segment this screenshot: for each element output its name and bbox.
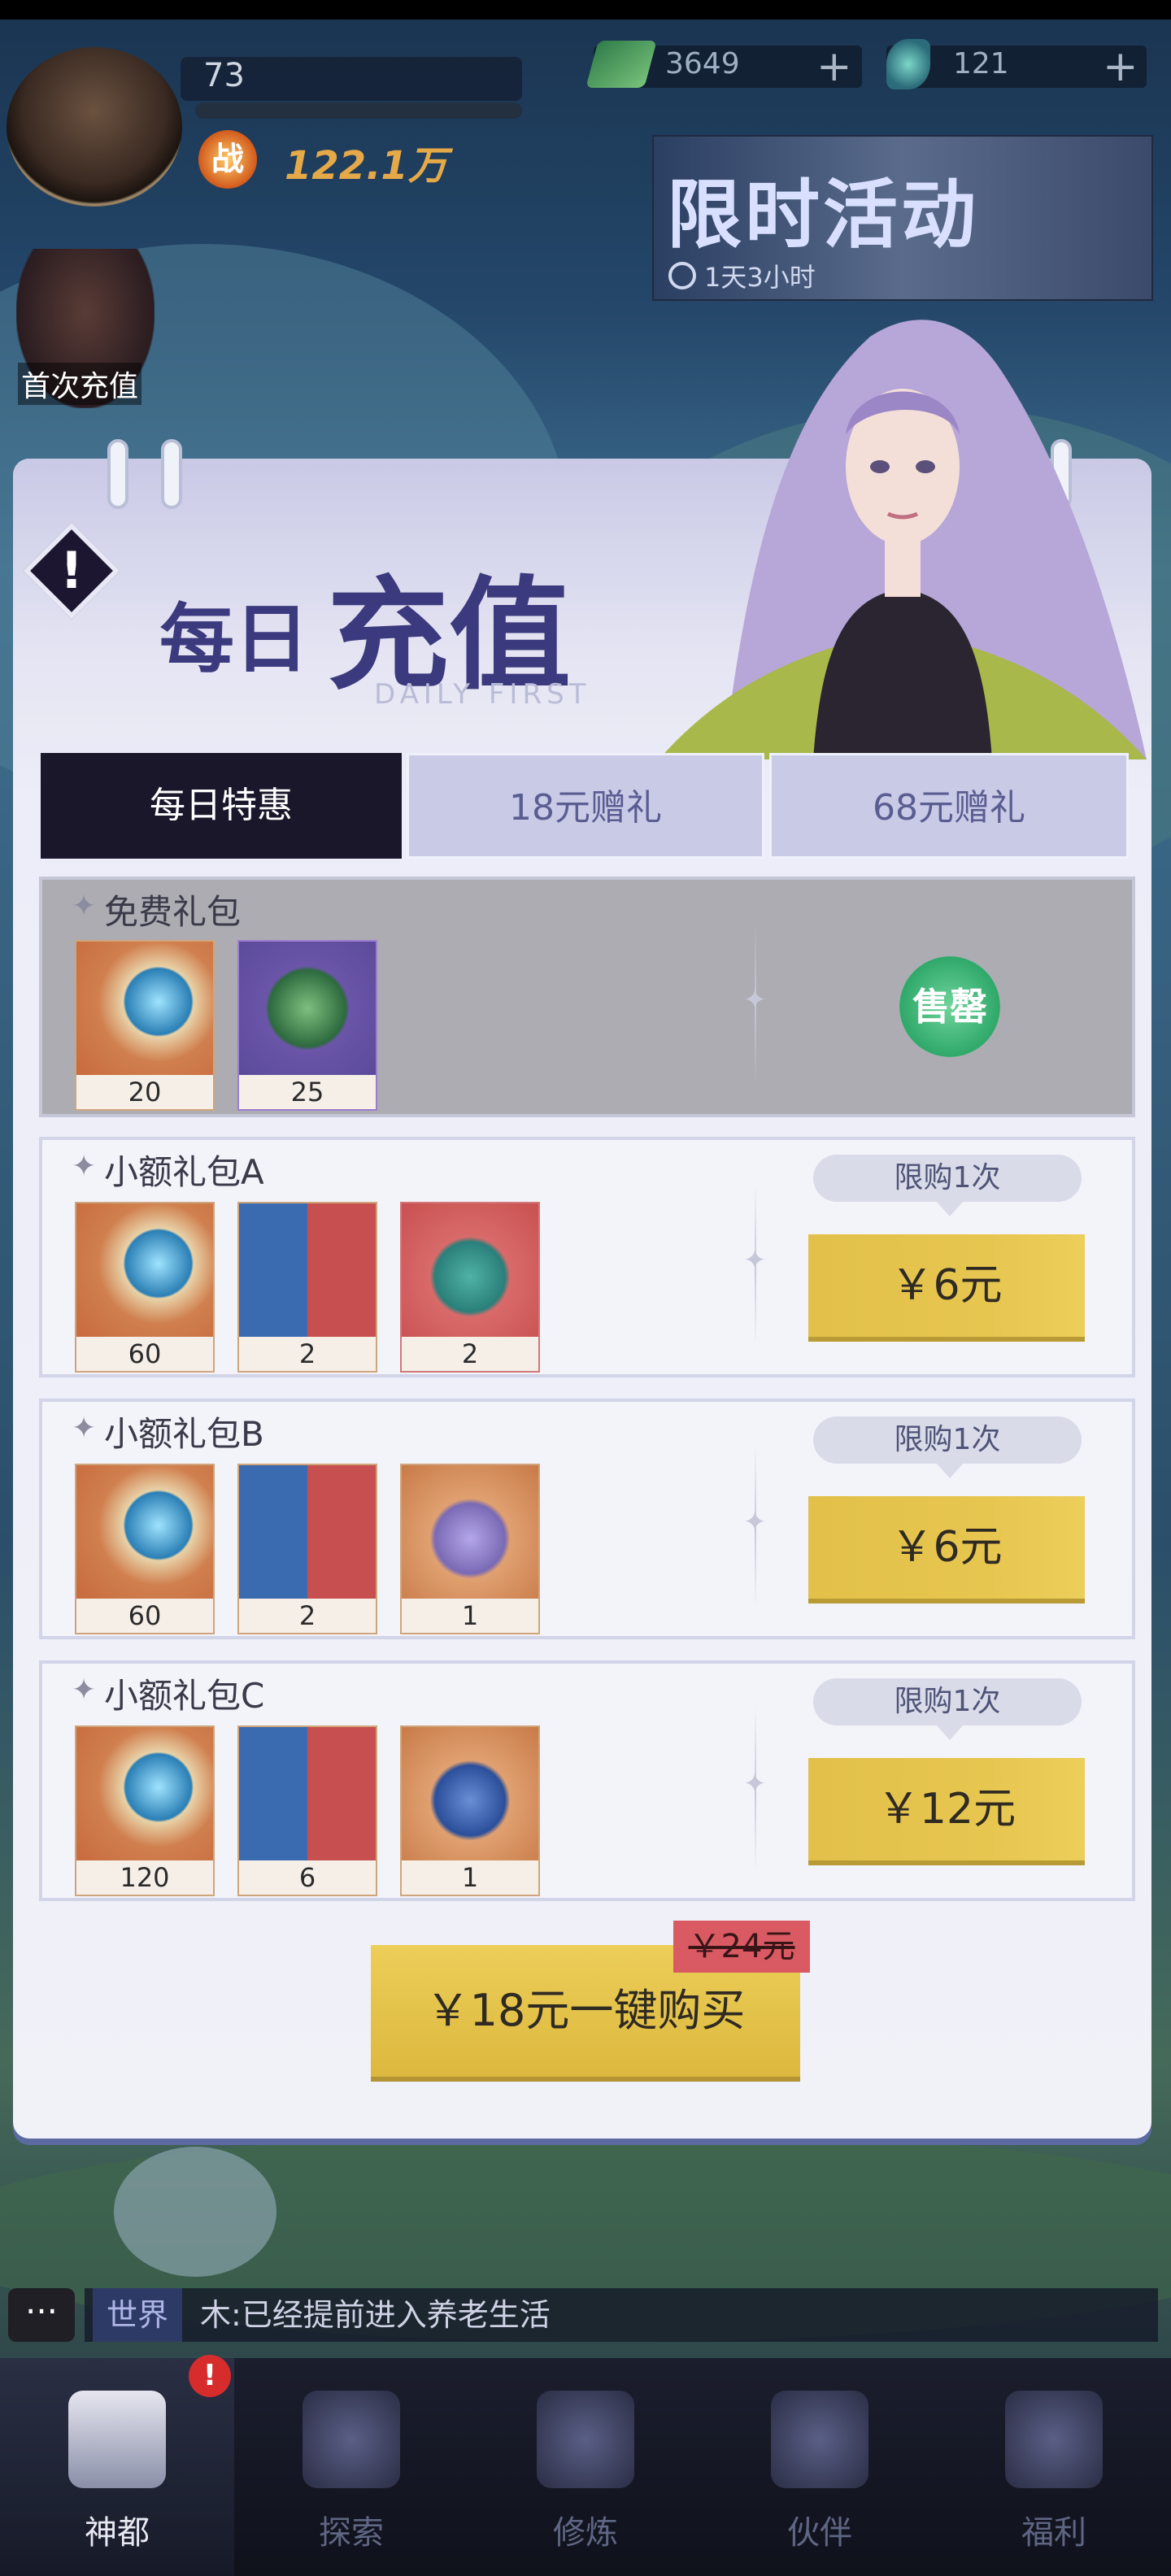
gift-icon [1005, 2391, 1103, 2488]
tab-68-gift[interactable]: 68元赠礼 [769, 753, 1129, 859]
buy-button-c[interactable]: ￥12元 [808, 1758, 1085, 1860]
player-level: 73 [203, 57, 245, 94]
currency2-value: 121 [953, 47, 1009, 80]
pack-title: 小额礼包A [104, 1152, 264, 1192]
crescent-gem-icon [76, 1727, 213, 1860]
original-price-tag: ￥24元 [673, 1921, 810, 1973]
green-orb-icon [239, 942, 376, 1075]
explore-icon [303, 2391, 400, 2488]
binder-ring [161, 439, 182, 509]
buy-button-a[interactable]: ￥6元 [808, 1234, 1085, 1337]
nav-label: 探索 [319, 2514, 384, 2552]
chat-icon[interactable]: ··· [8, 2288, 75, 2342]
item-count: 60 [76, 1337, 213, 1371]
popup-title-small: 每日 [159, 596, 310, 683]
sparkle-icon: ✦ [743, 1768, 767, 1800]
tab-18-gift[interactable]: 18元赠礼 [407, 753, 764, 859]
card-icon [239, 1727, 376, 1860]
clock-icon [668, 262, 696, 289]
item-count: 25 [239, 1075, 376, 1109]
sparkle-icon: ✦ [743, 1506, 767, 1538]
sword-icon [537, 2391, 634, 2488]
item-count: 2 [239, 1337, 376, 1371]
nav-item-partner[interactable]: 伙伴 [703, 2358, 937, 2576]
item-count: 6 [239, 1860, 376, 1895]
nav-item-explore[interactable]: 探索 [234, 2358, 468, 2576]
binder-ring [107, 439, 128, 509]
limit-tail [937, 1202, 963, 1216]
city-icon [68, 2391, 166, 2488]
combat-power: 122.1万 [285, 143, 447, 189]
reward-item[interactable]: 2 [237, 1464, 377, 1634]
popup-subtitle: DAILY FIRST [374, 678, 591, 711]
chat-channel: 世界 [93, 2288, 182, 2342]
limit-tail [937, 1725, 963, 1740]
notification-badge: ! [189, 2355, 231, 2397]
blue-bag-icon [402, 1727, 538, 1860]
feather-icon [886, 39, 930, 89]
reward-item[interactable]: 2 [237, 1202, 377, 1373]
purple-bag-icon [402, 1465, 538, 1599]
purchase-limit: 限购1次 [813, 1678, 1082, 1725]
teal-bag-icon [402, 1203, 538, 1337]
pack-title: 小额礼包B [104, 1414, 264, 1454]
sparkle-icon: ✦ [743, 984, 767, 1016]
reward-item[interactable]: 25 [237, 940, 377, 1111]
nav-label: 福利 [1021, 2514, 1086, 2552]
item-count: 1 [402, 1860, 538, 1895]
sparkle-icon: ✦ [743, 1244, 767, 1277]
currency1-add-button[interactable]: + [816, 46, 852, 88]
player-avatar[interactable] [7, 47, 182, 207]
reward-item[interactable]: 6 [237, 1725, 377, 1896]
purchase-limit: 限购1次 [813, 1155, 1082, 1202]
chat-message: 木:已经提前进入养老生活 [200, 2297, 551, 2333]
item-count: 1 [402, 1599, 538, 1633]
crescent-gem-icon [76, 1465, 213, 1599]
item-count: 60 [76, 1599, 213, 1633]
buy-button-b[interactable]: ￥6元 [808, 1496, 1085, 1599]
reward-item[interactable]: 1 [400, 1464, 540, 1634]
reward-item[interactable]: 120 [75, 1725, 215, 1896]
sparkle-icon: ✦ [72, 1150, 97, 1183]
tab-daily-deals[interactable]: 每日特惠 [41, 753, 402, 859]
nav-label: 修炼 [553, 2514, 618, 2552]
first-charge-label: 首次充值 [18, 363, 142, 405]
reward-item[interactable]: 1 [400, 1725, 540, 1896]
power-icon: 战 [198, 130, 257, 189]
pack-title: 免费礼包 [104, 892, 242, 932]
limit-tail [937, 1464, 963, 1478]
reward-item[interactable]: 20 [75, 940, 215, 1111]
reward-item[interactable]: 60 [75, 1464, 215, 1634]
card-icon [239, 1465, 376, 1599]
item-count: 20 [76, 1075, 213, 1109]
status-bar [0, 0, 1171, 20]
nav-item-train[interactable]: 修炼 [468, 2358, 703, 2576]
currency1-value: 3649 [665, 47, 740, 80]
event-title: 限时活动 [667, 172, 980, 259]
nav-label: 伙伴 [787, 2514, 852, 2552]
purchase-limit: 限购1次 [813, 1416, 1082, 1464]
sparkle-icon: ✦ [72, 1412, 97, 1445]
card-icon [239, 1203, 376, 1337]
pack-title: 小额礼包C [104, 1676, 265, 1716]
nav-item-welfare[interactable]: 福利 [937, 2358, 1171, 2576]
item-count: 120 [76, 1860, 213, 1895]
nav-label: 神都 [85, 2514, 150, 2552]
partner-icon [771, 2391, 868, 2488]
event-timer: 1天3小时 [704, 262, 816, 293]
sold-out-badge: 售罄 [899, 956, 1000, 1057]
sparkle-icon: ✦ [72, 1673, 97, 1707]
exp-bar [195, 102, 522, 119]
reward-item[interactable]: 60 [75, 1202, 215, 1373]
sparkle-icon: ✦ [72, 890, 97, 923]
crescent-gem-icon [76, 1203, 213, 1337]
item-count: 2 [239, 1599, 376, 1633]
character-portrait [659, 320, 1147, 759]
item-count: 2 [402, 1337, 538, 1371]
currency2-add-button[interactable]: + [1103, 46, 1138, 88]
crescent-gem-icon [76, 942, 213, 1075]
reward-item[interactable]: 2 [400, 1202, 540, 1373]
exclamation-icon: ! [59, 541, 84, 600]
